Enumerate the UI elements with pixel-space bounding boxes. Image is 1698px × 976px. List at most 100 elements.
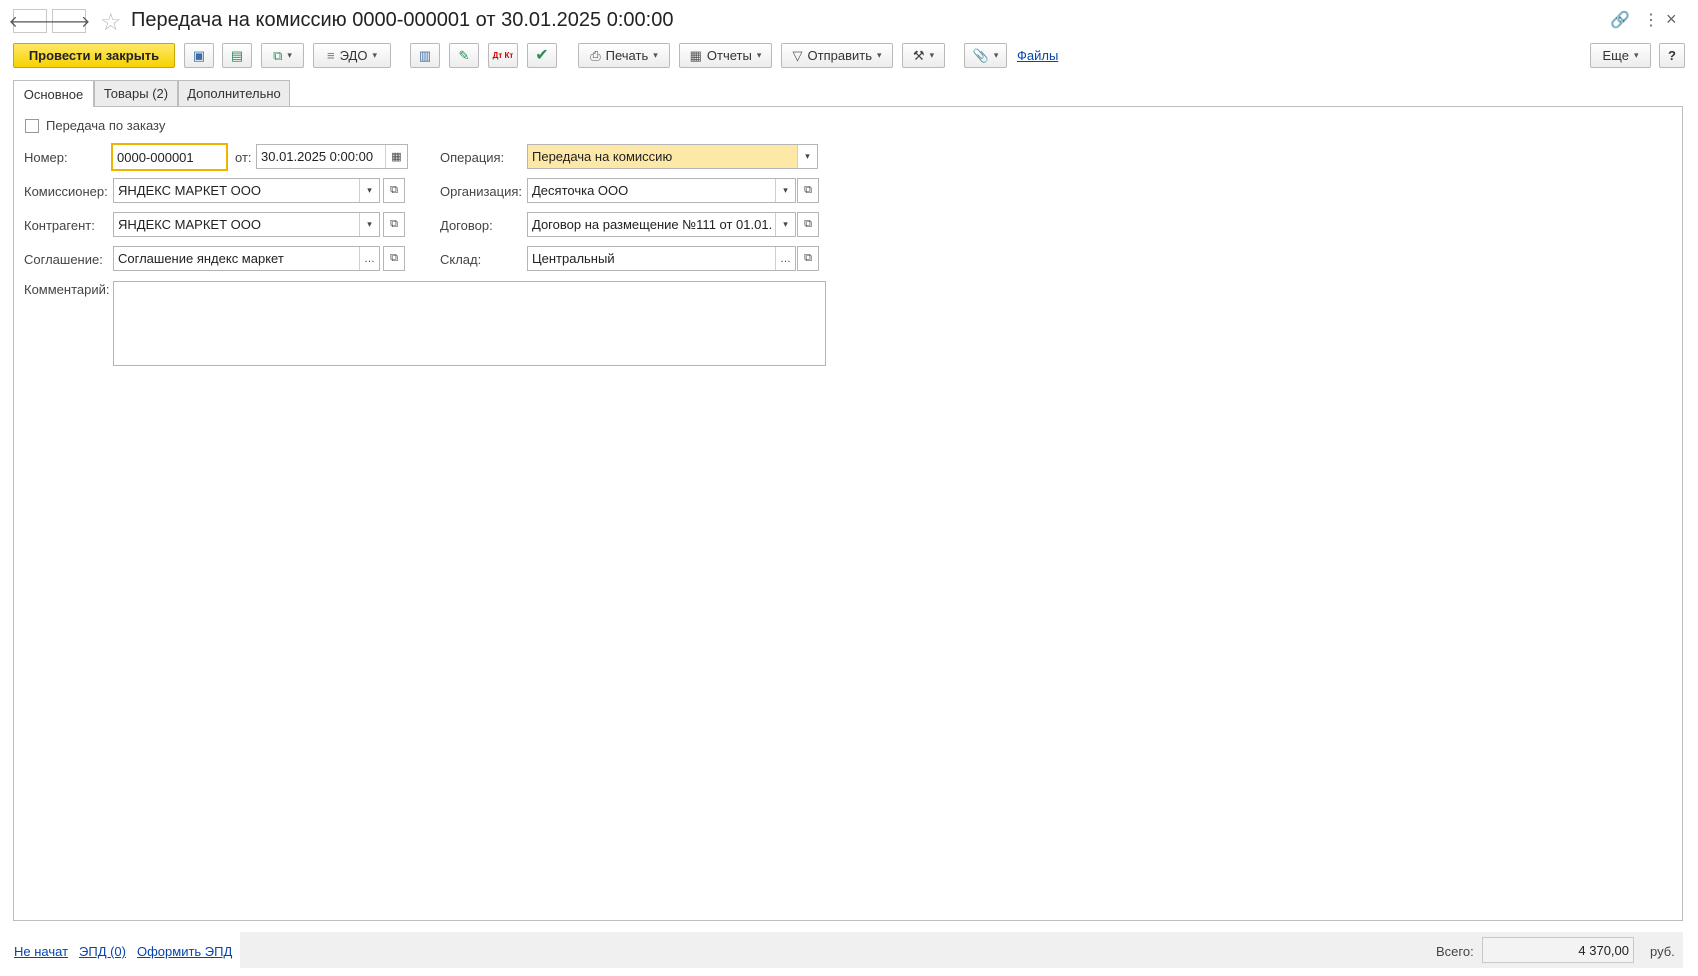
create-based-on-button[interactable]: ⧉ ▾: [261, 43, 304, 68]
agreement-open-button[interactable]: ⧉: [383, 246, 405, 271]
chevron-down-icon: ▾: [1633, 50, 1639, 60]
dt-kt-button[interactable]: Дт Кт: [488, 43, 518, 68]
help-button[interactable]: ?: [1659, 43, 1685, 68]
agreement-field[interactable]: Соглашение яндекс маркет …: [113, 246, 380, 271]
close-icon[interactable]: ×: [1666, 9, 1677, 30]
warehouse-label: Склад:: [440, 252, 482, 267]
tools-button[interactable]: ⚒ ▾: [902, 43, 945, 68]
chevron-down-icon[interactable]: ▾: [797, 145, 817, 168]
make-epd-link[interactable]: Оформить ЭПД: [137, 944, 232, 959]
by-order-checkbox[interactable]: [25, 119, 39, 133]
open-icon: ⧉: [804, 184, 812, 196]
post-document-icon: ▤: [230, 48, 244, 63]
tab-label: Основное: [23, 86, 84, 102]
chevron-down-icon: ▾: [876, 50, 882, 60]
page-title: Передача на комиссию 0000-000001 от 30.0…: [131, 9, 674, 31]
operation-label: Операция:: [440, 150, 505, 165]
counterparty-field[interactable]: ЯНДЕКС МАРКЕТ ООО ▾: [113, 212, 380, 237]
ellipsis-icon[interactable]: …: [775, 247, 795, 270]
currency-label: руб.: [1650, 944, 1675, 959]
save-button[interactable]: ▣: [184, 43, 214, 68]
arrow-left-icon: 🡐: [8, 13, 52, 31]
calendar-icon[interactable]: ▦: [385, 145, 407, 168]
chevron-down-icon: ▾: [372, 50, 377, 60]
send-icon: ▽: [792, 48, 803, 63]
organization-label: Организация:: [440, 184, 523, 199]
chevron-down-icon[interactable]: ▾: [775, 179, 795, 202]
tab-main[interactable]: Основное: [13, 80, 94, 107]
back-button[interactable]: 🡐: [9, 9, 51, 33]
chevron-down-icon: ▾: [993, 50, 999, 60]
list-icon: ▥: [418, 48, 432, 63]
warehouse-open-button[interactable]: ⧉: [797, 246, 819, 271]
operation-field[interactable]: Передача на комиссию ▾: [527, 144, 818, 169]
files-link[interactable]: Файлы: [1017, 48, 1058, 63]
dt-kt-icon: Дт Кт: [492, 51, 514, 60]
epd-link[interactable]: ЭПД (0): [79, 944, 126, 959]
star-icon[interactable]: ☆: [100, 8, 122, 37]
check-button[interactable]: ✔: [527, 43, 557, 68]
help-label: ?: [1668, 48, 1676, 63]
reports-label: Отчеты: [706, 48, 752, 63]
arrow-right-icon: 🡒: [47, 13, 91, 31]
warehouse-field[interactable]: Центральный …: [527, 246, 796, 271]
printer-icon: ⎙: [590, 48, 601, 63]
post-and-close-button[interactable]: Провести и закрыть: [13, 43, 175, 68]
forward-button[interactable]: 🡒: [48, 9, 90, 33]
counterparty-open-button[interactable]: ⧉: [383, 212, 405, 237]
organization-value: Десяточка ООО: [532, 183, 629, 198]
more-button[interactable]: Еще ▾: [1590, 43, 1651, 68]
agreement-label: Соглашение:: [24, 252, 103, 267]
chevron-down-icon: ▾: [287, 50, 292, 60]
chevron-down-icon: ▾: [756, 50, 762, 60]
send-button[interactable]: ▽ Отправить ▾: [781, 43, 893, 68]
link-icon[interactable]: 🔗: [1610, 10, 1630, 30]
open-icon: ⧉: [390, 252, 398, 264]
organization-open-button[interactable]: ⧉: [797, 178, 819, 203]
tab-label: Товары (2): [103, 86, 169, 101]
pencil-icon: ✎: [458, 48, 470, 63]
ellipsis-icon[interactable]: …: [359, 247, 379, 270]
post-and-close-label: Провести и закрыть: [28, 48, 160, 63]
reports-icon: ▦: [689, 48, 702, 63]
tools-icon: ⚒: [912, 48, 925, 63]
print-button[interactable]: ⎙ Печать ▾: [578, 43, 670, 68]
chevron-down-icon[interactable]: ▾: [359, 213, 379, 236]
chevron-down-icon: ▾: [653, 50, 658, 60]
paperclip-icon: 📎: [972, 48, 989, 63]
edo-button[interactable]: ≡ ЭДО ▾: [313, 43, 391, 68]
organization-field[interactable]: Десяточка ООО ▾: [527, 178, 796, 203]
status-link[interactable]: Не начат: [14, 944, 68, 959]
contract-field[interactable]: Договор на размещение №111 от 01.01. ▾: [527, 212, 796, 237]
document-list-button[interactable]: ▥: [410, 43, 440, 68]
number-value: 0000-000001: [117, 149, 194, 165]
chevron-down-icon: ▾: [929, 50, 935, 60]
agreement-value: Соглашение яндекс маркет: [118, 251, 284, 266]
tab-label: Дополнительно: [187, 86, 281, 101]
warehouse-value: Центральный: [532, 251, 615, 266]
comment-textarea[interactable]: [113, 281, 826, 366]
open-icon: ⧉: [804, 218, 812, 230]
attach-button[interactable]: 📎 ▾: [964, 43, 1007, 68]
save-icon: ▣: [192, 48, 206, 63]
create-based-icon: ⧉: [273, 48, 283, 63]
total-value: 4 370,00: [1482, 937, 1634, 963]
date-field[interactable]: 30.01.2025 0:00:00 ▦: [256, 144, 408, 169]
counterparty-value: ЯНДЕКС МАРКЕТ ООО: [118, 217, 261, 232]
chevron-down-icon[interactable]: ▾: [775, 213, 795, 236]
commissioner-open-button[interactable]: ⧉: [383, 178, 405, 203]
chevron-down-icon[interactable]: ▾: [359, 179, 379, 202]
total-label: Всего:: [1436, 944, 1474, 959]
number-field[interactable]: 0000-000001: [111, 143, 228, 171]
contract-open-button[interactable]: ⧉: [797, 212, 819, 237]
edit-button[interactable]: ✎: [449, 43, 479, 68]
open-icon: ⧉: [390, 218, 398, 230]
reports-button[interactable]: ▦ Отчеты ▾: [679, 43, 772, 68]
tab-additional[interactable]: Дополнительно: [178, 80, 290, 106]
post-button[interactable]: ▤: [222, 43, 252, 68]
commissioner-field[interactable]: ЯНДЕКС МАРКЕТ ООО ▾: [113, 178, 380, 203]
more-vert-icon[interactable]: ⋮: [1643, 10, 1659, 30]
tab-goods[interactable]: Товары (2): [94, 80, 178, 106]
send-label: Отправить: [807, 48, 872, 63]
commissioner-value: ЯНДЕКС МАРКЕТ ООО: [118, 183, 261, 198]
